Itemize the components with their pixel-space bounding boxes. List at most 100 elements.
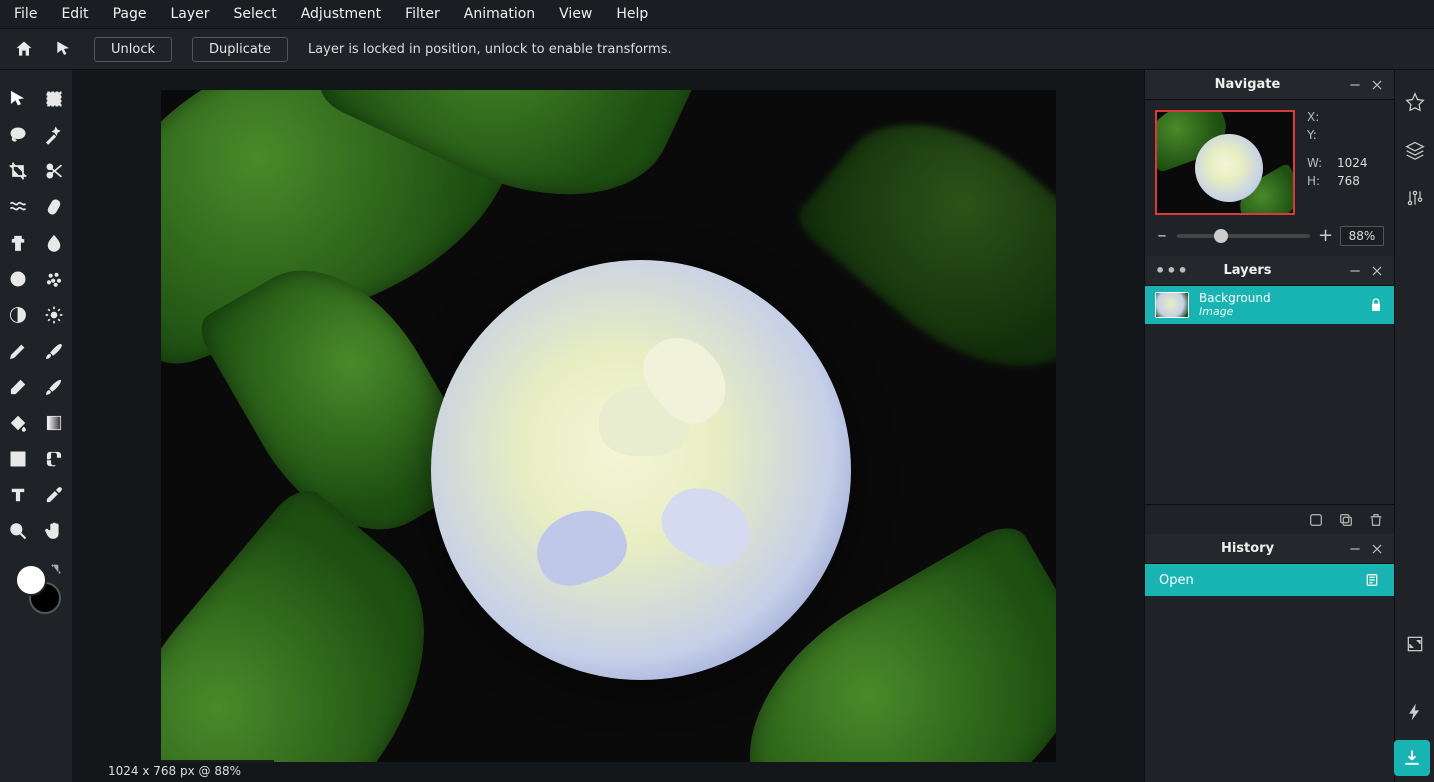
add-layer-icon[interactable] — [1308, 512, 1324, 528]
history-title: History — [1155, 541, 1340, 556]
layer-row[interactable]: Background Image — [1145, 286, 1394, 324]
zoom-in-button[interactable]: + — [1318, 225, 1332, 246]
right-strip — [1394, 70, 1434, 782]
menu-bar: File Edit Page Layer Select Adjustment F… — [0, 0, 1434, 28]
close-icon[interactable] — [1370, 542, 1384, 556]
history-item[interactable]: Open — [1145, 564, 1394, 596]
eyedropper-tool[interactable] — [43, 484, 65, 506]
arrow-tool-indicator-icon[interactable] — [54, 39, 74, 59]
navigate-title: Navigate — [1155, 77, 1340, 92]
minimize-icon[interactable] — [1348, 542, 1362, 556]
history-action-icon — [1364, 572, 1380, 588]
minimize-icon[interactable] — [1348, 264, 1362, 278]
history-item-label: Open — [1159, 573, 1194, 588]
shape-tool[interactable] — [7, 448, 29, 470]
navigate-zoom-control: – + 88% — [1145, 225, 1394, 256]
menu-filter[interactable]: Filter — [405, 6, 440, 22]
history-panel-body: Open — [1145, 564, 1394, 782]
cutout-tool[interactable] — [43, 160, 65, 182]
heal-tool[interactable] — [43, 196, 65, 218]
layers-footer — [1145, 504, 1394, 534]
navigate-strip-icon[interactable] — [1405, 92, 1425, 112]
close-icon[interactable] — [1370, 78, 1384, 92]
duplicate-layer-icon[interactable] — [1338, 512, 1354, 528]
delete-layer-icon[interactable] — [1368, 512, 1384, 528]
zoom-tool[interactable] — [7, 520, 29, 542]
foreground-color-swatch[interactable] — [15, 564, 47, 596]
lasso-tool[interactable] — [7, 124, 29, 146]
swap-colors-icon[interactable] — [49, 562, 63, 576]
crop-tool[interactable] — [7, 160, 29, 182]
menu-view[interactable]: View — [559, 6, 592, 22]
sponge-tool[interactable] — [43, 268, 65, 290]
download-icon — [1402, 748, 1422, 768]
menu-select[interactable]: Select — [234, 6, 277, 22]
dodge-tool[interactable] — [7, 304, 29, 326]
bolt-strip-icon[interactable] — [1405, 702, 1425, 722]
layers-menu-icon[interactable]: ••• — [1155, 264, 1189, 278]
move-tool[interactable] — [7, 88, 29, 110]
marquee-tool[interactable] — [43, 88, 65, 110]
adjust-strip-icon[interactable] — [1405, 188, 1425, 208]
history-panel-header: History — [1145, 534, 1394, 564]
liquify-tool[interactable] — [7, 196, 29, 218]
color-swatches[interactable] — [11, 564, 61, 614]
gradient-tool[interactable] — [43, 412, 65, 434]
navigate-info: X: Y: W:1024 H:768 — [1307, 110, 1368, 215]
navigate-panel-header: Navigate — [1145, 70, 1394, 100]
options-bar: Unlock Duplicate Layer is locked in posi… — [0, 28, 1434, 70]
blur-tool[interactable] — [43, 232, 65, 254]
menu-help[interactable]: Help — [616, 6, 648, 22]
layers-strip-icon[interactable] — [1405, 140, 1425, 160]
lock-icon[interactable] — [1368, 297, 1384, 313]
right-dock: Navigate X: Y: W:1024 H:768 – + 88% ••• — [1144, 70, 1394, 782]
nav-y-label: Y: — [1307, 128, 1327, 142]
menu-page[interactable]: Page — [113, 6, 147, 22]
hand-tool[interactable] — [43, 520, 65, 542]
text-tool[interactable] — [7, 484, 29, 506]
status-dimensions-zoom: 1024 x 768 px @ 88% — [108, 764, 241, 778]
home-icon[interactable] — [14, 39, 34, 59]
layers-panel-header: ••• Layers — [1145, 256, 1394, 286]
menu-edit[interactable]: Edit — [61, 6, 88, 22]
wand-tool[interactable] — [43, 124, 65, 146]
brush-tool[interactable] — [43, 340, 65, 362]
navigate-thumbnail[interactable] — [1155, 110, 1295, 215]
zoom-out-button[interactable]: – — [1155, 225, 1169, 246]
layers-panel-body: Background Image — [1145, 286, 1394, 504]
layer-type: Image — [1199, 306, 1271, 319]
zoom-slider[interactable] — [1177, 234, 1310, 238]
layer-thumbnail[interactable] — [1155, 292, 1189, 318]
menu-layer[interactable]: Layer — [170, 6, 209, 22]
canvas-workspace: 1024 x 768 px @ 88% — [72, 70, 1144, 782]
eraser-tool[interactable] — [7, 376, 29, 398]
canvas-area[interactable] — [72, 70, 1144, 782]
menu-file[interactable]: File — [14, 6, 37, 22]
status-bar: 1024 x 768 px @ 88% — [94, 760, 274, 782]
clone-tool[interactable] — [7, 232, 29, 254]
gear-tool-icon[interactable] — [43, 304, 65, 326]
nav-h-value: 768 — [1337, 174, 1360, 188]
zoom-value-input[interactable]: 88% — [1340, 226, 1384, 246]
nav-x-label: X: — [1307, 110, 1327, 124]
pen-tool[interactable] — [7, 340, 29, 362]
menu-animation[interactable]: Animation — [464, 6, 535, 22]
disperse-tool[interactable] — [7, 268, 29, 290]
expand-strip-icon[interactable] — [1405, 634, 1425, 654]
menu-adjustment[interactable]: Adjustment — [301, 6, 381, 22]
close-icon[interactable] — [1370, 264, 1384, 278]
frame-tool[interactable] — [43, 448, 65, 470]
minimize-icon[interactable] — [1348, 78, 1362, 92]
download-button[interactable] — [1394, 740, 1430, 776]
layer-name: Background — [1199, 292, 1271, 306]
locked-message: Layer is locked in position, unlock to e… — [308, 42, 672, 57]
unlock-button[interactable]: Unlock — [94, 37, 172, 62]
fill-tool[interactable] — [7, 412, 29, 434]
navigate-panel-body: X: Y: W:1024 H:768 — [1145, 100, 1394, 225]
duplicate-button[interactable]: Duplicate — [192, 37, 288, 62]
smudge-tool[interactable] — [43, 376, 65, 398]
zoom-slider-thumb[interactable] — [1214, 229, 1228, 243]
image-leaf-decoration — [790, 90, 1056, 414]
nav-w-label: W: — [1307, 156, 1327, 170]
canvas-image[interactable] — [161, 90, 1056, 762]
